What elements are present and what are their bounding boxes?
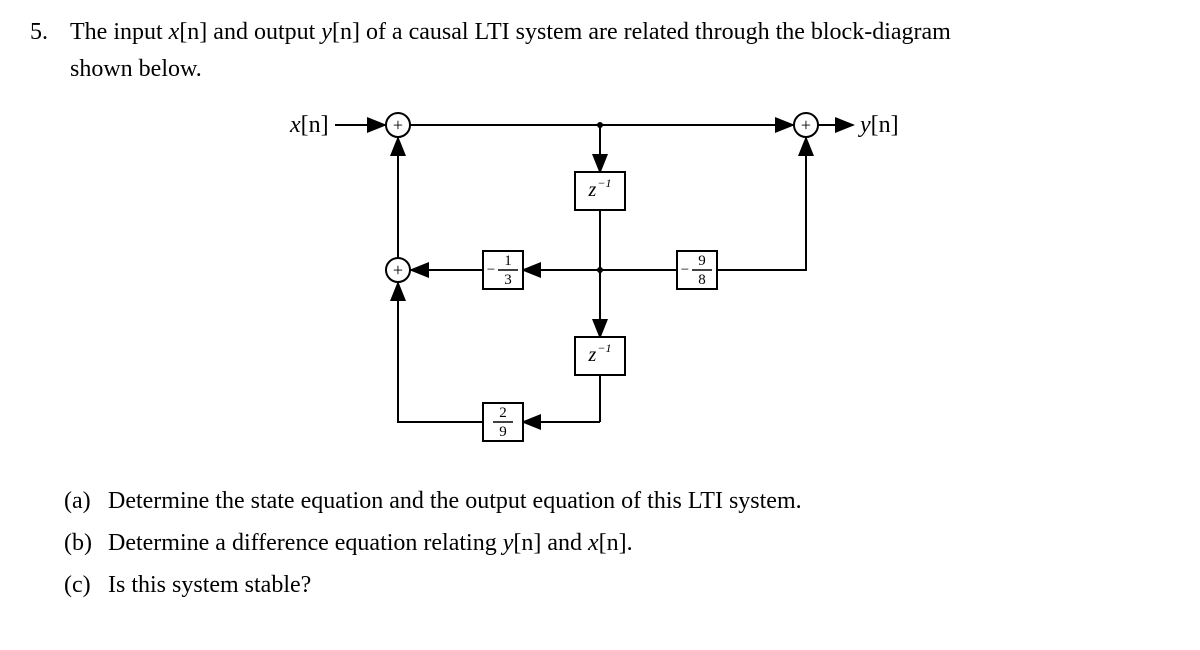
sym-x: x	[169, 19, 180, 45]
subparts: (a) Determine the state equation and the…	[30, 480, 1170, 606]
plus-icon: +	[393, 260, 403, 280]
sym-x: x	[588, 530, 599, 556]
t: .	[627, 530, 633, 556]
output-label: y[n]	[858, 112, 899, 138]
input-label: x[n]	[289, 112, 329, 138]
sign: −	[487, 262, 495, 278]
t: of a causal LTI system are related throu…	[360, 19, 951, 45]
plus-icon: +	[393, 115, 403, 135]
wire	[717, 138, 806, 270]
plus-icon: +	[801, 115, 811, 135]
brn: [n]	[179, 19, 207, 45]
part-letter: (c)	[30, 564, 98, 606]
part-text: Determine the state equation and the out…	[108, 480, 802, 522]
part-c: (c) Is this system stable?	[30, 564, 1170, 606]
frac-den: 3	[504, 272, 512, 288]
brn: [n]	[332, 19, 360, 45]
part-a: (a) Determine the state equation and the…	[30, 480, 1170, 522]
part-letter: (a)	[30, 480, 98, 522]
sym-y: y	[321, 19, 332, 45]
part-letter: (b)	[30, 522, 98, 564]
brn: [n]	[599, 530, 627, 556]
problem-number: 5.	[30, 14, 56, 88]
brn: [n]	[513, 530, 541, 556]
frac-num: 1	[504, 253, 512, 269]
sym-y: y	[503, 530, 514, 556]
frac-den: 9	[499, 424, 507, 440]
page: 5. The input x[n] and output y[n] of a c…	[0, 0, 1200, 606]
part-b: (b) Determine a difference equation rela…	[30, 522, 1170, 564]
block-diagram: x[n] y[n] + + z−1 1 3 −	[250, 92, 950, 472]
t: and output	[207, 19, 321, 45]
t: and	[541, 530, 588, 556]
frac-num: 9	[698, 253, 706, 269]
problem-statement: 5. The input x[n] and output y[n] of a c…	[30, 14, 1170, 88]
t: The input	[70, 19, 169, 45]
frac-num: 2	[499, 405, 507, 421]
sign: −	[681, 262, 689, 278]
t: shown below.	[70, 56, 202, 82]
part-text: Is this system stable?	[108, 564, 311, 606]
t: Determine a difference equation relating	[108, 530, 503, 556]
problem-text: The input x[n] and output y[n] of a caus…	[70, 14, 951, 88]
wire	[398, 283, 483, 422]
part-text: Determine a difference equation relating…	[108, 522, 633, 564]
frac-den: 8	[698, 272, 706, 288]
